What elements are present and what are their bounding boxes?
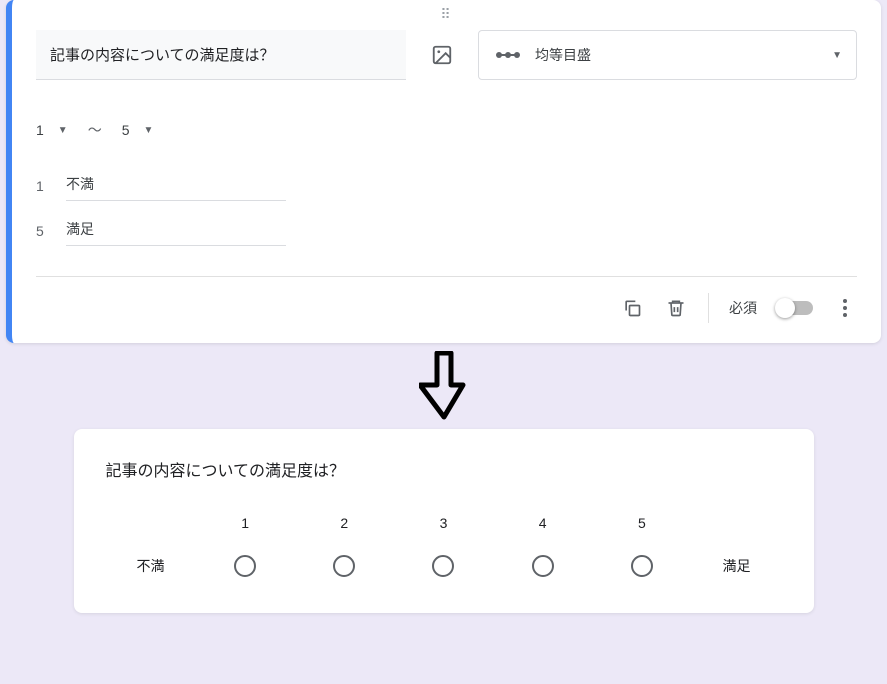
linear-scale-icon [495, 49, 521, 61]
footer-separator [708, 293, 709, 323]
question-editor-card: ⠿ 均等目盛 ▼ 1 ▼ ～ [6, 0, 881, 343]
range-from-select[interactable]: 1 ▼ [36, 122, 68, 138]
low-label-index: 1 [36, 178, 48, 194]
preview-high-label: 満足 [691, 556, 781, 576]
question-type-select[interactable]: 均等目盛 ▼ [478, 30, 857, 80]
more-vert-icon [843, 299, 847, 317]
range-to-value: 5 [122, 122, 130, 138]
range-separator: ～ [88, 120, 102, 140]
scale-number: 3 [394, 515, 493, 531]
scale-range-row: 1 ▼ ～ 5 ▼ [36, 120, 857, 140]
chevron-down-icon: ▼ [58, 125, 68, 136]
toggle-knob [775, 298, 795, 318]
preview-low-label: 不満 [106, 556, 196, 576]
low-label-row: 1 [36, 170, 857, 201]
scale-number: 1 [196, 515, 295, 531]
required-toggle[interactable] [777, 301, 813, 315]
scale-number: 4 [493, 515, 592, 531]
delete-button[interactable] [664, 296, 688, 320]
question-title-input[interactable] [36, 30, 406, 80]
preview-scale-grid: 1 2 3 4 5 不満 満足 [106, 515, 782, 577]
duplicate-button[interactable] [620, 296, 644, 320]
question-preview-card: 記事の内容についての満足度は？ 1 2 3 4 5 不満 満足 [74, 429, 814, 613]
trash-icon [666, 297, 686, 319]
question-type-label: 均等目盛 [535, 45, 591, 65]
scale-radio-1[interactable] [234, 555, 256, 577]
required-label: 必須 [729, 298, 757, 318]
chevron-down-icon: ▼ [832, 50, 842, 61]
drag-handle-icon[interactable]: ⠿ [440, 6, 452, 23]
image-icon [431, 44, 453, 66]
high-label-row: 5 [36, 215, 857, 246]
scale-radio-4[interactable] [532, 555, 554, 577]
chevron-down-icon: ▼ [144, 125, 154, 136]
more-options-button[interactable] [833, 296, 857, 320]
low-label-input[interactable] [66, 170, 286, 201]
scale-number: 2 [295, 515, 394, 531]
range-to-select[interactable]: 5 ▼ [122, 122, 154, 138]
question-top-row: 均等目盛 ▼ [36, 30, 857, 80]
arrow-down-icon [419, 351, 469, 421]
scale-radio-2[interactable] [333, 555, 355, 577]
scale-radio-3[interactable] [432, 555, 454, 577]
range-from-value: 1 [36, 122, 44, 138]
add-image-button[interactable] [430, 43, 454, 67]
footer-divider [36, 276, 857, 277]
high-label-input[interactable] [66, 215, 286, 246]
scale-radio-5[interactable] [631, 555, 653, 577]
arrow-down-illustration [0, 351, 887, 421]
copy-icon [622, 298, 642, 318]
high-label-index: 5 [36, 223, 48, 239]
scale-number: 5 [592, 515, 691, 531]
question-footer: 必須 [36, 287, 857, 333]
preview-question-title: 記事の内容についての満足度は？ [106, 457, 782, 481]
